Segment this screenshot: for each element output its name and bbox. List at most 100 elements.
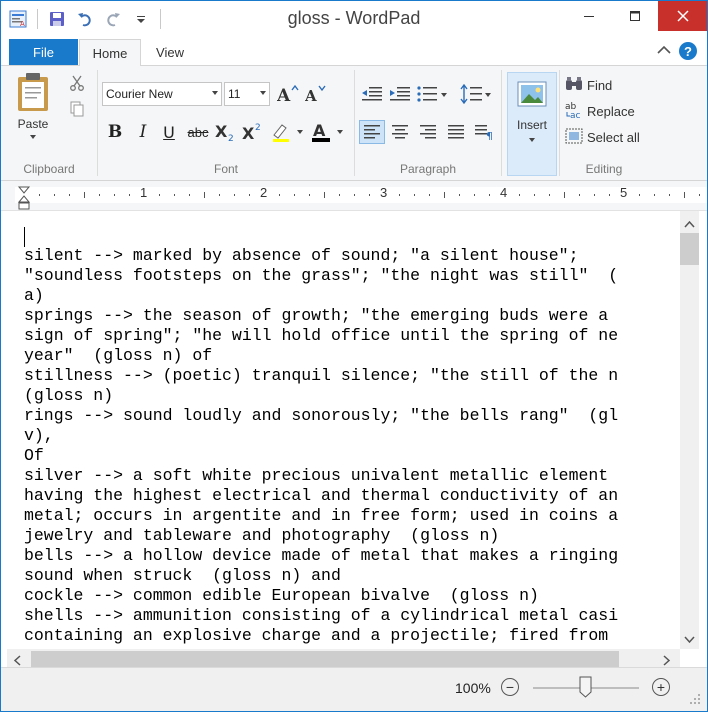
font-family-value: Courier New [106,87,173,101]
insert-dropdown-icon [529,138,535,142]
font-group: Courier New 11 A A B I U abc X2 X2 A Fon… [98,66,354,180]
paste-button[interactable]: Paste [11,72,55,139]
replace-label: Replace [587,103,635,119]
vertical-scrollbar[interactable] [680,211,699,649]
horizontal-scroll-thumb[interactable] [31,651,619,667]
superscript-icon[interactable]: X2 [241,120,265,144]
scroll-up-icon[interactable] [684,215,695,233]
document-line: cockle --> common edible European bivalv… [24,586,539,605]
tab-file[interactable]: File [9,39,78,65]
paste-dropdown-icon[interactable] [30,135,36,139]
text-color-icon[interactable]: A [310,120,346,144]
insert-button[interactable]: Insert [507,72,557,176]
zoom-out-button[interactable]: − [501,678,519,696]
resize-grip-icon[interactable] [689,692,701,710]
vertical-scroll-thumb[interactable] [680,233,699,265]
tab-view[interactable]: View [147,39,193,65]
copy-icon[interactable] [68,100,86,118]
ruler-scale [15,186,707,210]
svg-text:2: 2 [228,134,234,142]
document-line: metal; occurs in argentite and in free f… [24,506,619,525]
document-line: springs --> the season of growth; "the e… [24,306,609,325]
document-line: having the highest electrical and therma… [24,486,619,505]
paste-label: Paste [17,117,49,131]
increase-indent-icon[interactable] [387,82,413,106]
ribbon-home: Paste Clipboard Courier New 11 A A B I U… [1,65,707,181]
replace-icon: ab ac [565,101,583,122]
tab-home[interactable]: Home [79,39,141,66]
paragraph-group-label: Paragraph [399,162,457,176]
paragraph-group: ¶ Paragraph [355,66,501,180]
paragraph-settings-icon[interactable]: ¶ [471,120,497,144]
highlight-color-icon[interactable] [270,120,306,144]
find-button[interactable]: Find [565,74,612,96]
document-line: "soundless footsteps on the grass"; "the… [24,266,619,285]
document-line: bells --> a hollow device made of metal … [24,546,619,565]
group-separator [501,70,502,176]
strikethrough-icon[interactable]: abc [185,120,211,144]
insert-picture-icon [508,81,556,110]
replace-button[interactable]: ab ac Replace [565,100,635,122]
document-text[interactable]: silent --> marked by absence of sound; "… [24,246,618,646]
document-line: containing an explosive charge and a pro… [24,626,609,645]
svg-text:X: X [242,124,255,142]
ruler-number: 5 [620,185,628,200]
help-icon[interactable]: ? [679,42,697,60]
grow-font-icon[interactable]: A [276,82,300,106]
cut-icon[interactable] [68,74,86,92]
align-left-icon[interactable] [359,120,385,144]
zoom-in-button[interactable]: + [652,678,670,696]
ruler[interactable]: 1 2 3 4 5 [1,181,707,211]
svg-text:2: 2 [255,123,261,133]
svg-text:ac: ac [570,111,581,119]
clipboard-group-label: Clipboard [23,162,75,176]
scroll-down-icon[interactable] [684,631,695,649]
close-button[interactable] [658,1,707,31]
paste-icon [16,73,50,115]
window-controls [566,1,707,31]
font-size-select[interactable]: 11 [224,82,270,106]
line-spacing-icon[interactable] [459,82,493,106]
text-cursor [24,227,25,247]
document-line: silent --> marked by absence of sound; "… [24,246,579,265]
align-right-icon[interactable] [415,120,441,144]
document-line: a) [24,286,44,305]
document-line: year" (gloss n) of [24,346,213,365]
wordpad-window: A gloss - WordPad File Home View ? Paste… [0,0,708,712]
ruler-number: 3 [380,185,388,200]
font-family-select[interactable]: Courier New [102,82,222,106]
font-size-value: 11 [228,87,241,101]
select-all-button[interactable]: Select all [565,126,640,148]
maximize-button[interactable] [612,1,658,31]
ribbon-right-controls: ? [657,42,697,60]
bold-icon[interactable]: B [104,120,126,144]
document-line: rings --> sound loudly and sonorously; "… [24,406,619,425]
shrink-font-icon[interactable]: A [304,82,328,106]
ribbon-tabs: File Home View ? [1,37,707,66]
italic-icon[interactable]: I [132,120,154,144]
svg-text:A: A [277,86,291,104]
font-group-label: Font [213,162,238,176]
svg-text:A: A [313,121,326,140]
document-line: sound when struck (gloss n) and [24,566,341,585]
underline-icon[interactable]: U [158,120,180,144]
minimize-button[interactable] [566,1,612,31]
document-line: (gloss n) [24,386,114,405]
document-line: sign of spring"; "he will hold office un… [24,326,619,345]
align-center-icon[interactable] [387,120,413,144]
collapse-ribbon-icon[interactable] [657,42,671,60]
document-line: Of [24,446,44,465]
bullet-list-icon[interactable] [415,82,449,106]
document-area[interactable]: silent --> marked by absence of sound; "… [1,211,680,649]
select-all-label: Select all [587,129,640,145]
title-bar: A gloss - WordPad [1,1,707,37]
decrease-indent-icon[interactable] [359,82,385,106]
justify-icon[interactable] [443,120,469,144]
svg-text:¶: ¶ [486,130,493,140]
subscript-icon[interactable]: X2 [214,120,238,144]
find-label: Find [587,77,613,93]
document-line: v), [24,426,54,445]
zoom-slider-thumb[interactable] [579,676,592,698]
svg-text:X: X [215,122,228,141]
document-line: stillness --> (poetic) tranquil silence;… [24,366,619,385]
